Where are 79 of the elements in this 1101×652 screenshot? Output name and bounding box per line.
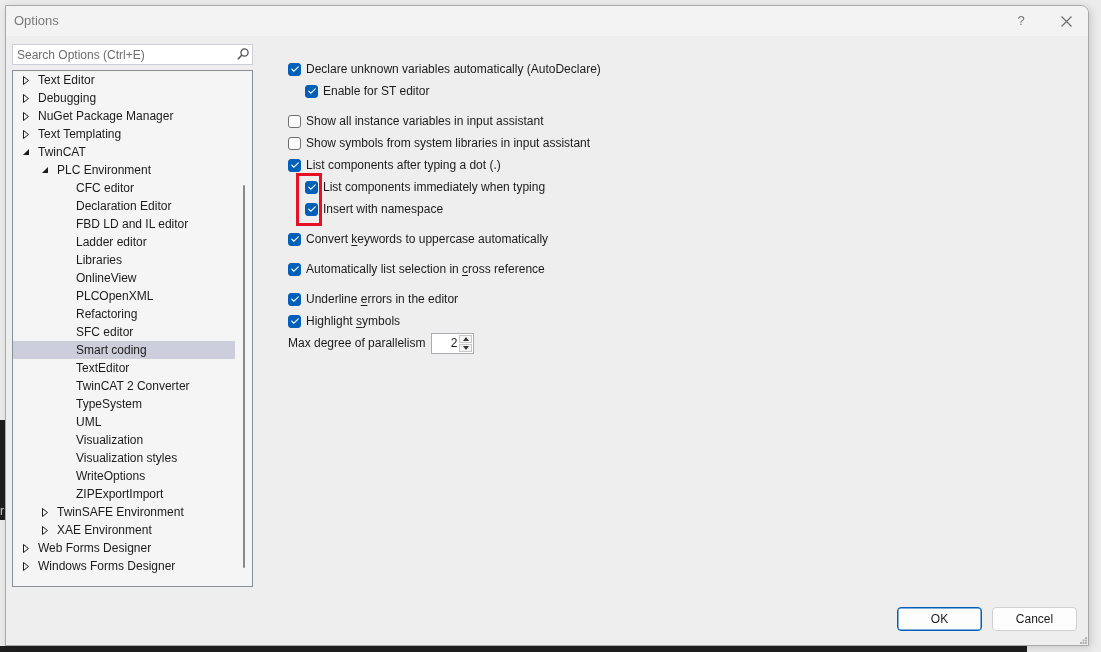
tree-item[interactable]: FBD LD and IL editor [13, 215, 235, 233]
collapsed-arrow-icon[interactable] [23, 111, 29, 121]
tree-item[interactable]: Debugging [13, 89, 235, 107]
tree-item[interactable]: SFC editor [13, 323, 235, 341]
tree-item[interactable]: ZIPExportImport [13, 485, 235, 503]
tree-item[interactable]: UML [13, 413, 235, 431]
tree-item[interactable]: WriteOptions [13, 467, 235, 485]
checkbox[interactable] [288, 292, 301, 306]
checkbox[interactable] [288, 262, 301, 276]
checkbox-label[interactable]: Enable for ST editor [323, 82, 430, 100]
checkmark-icon [307, 206, 316, 212]
checkbox[interactable] [288, 314, 301, 328]
help-button[interactable]: ? [1006, 9, 1036, 33]
tree-item[interactable]: Declaration Editor [13, 197, 235, 215]
checkbox-label[interactable]: Insert with namespace [323, 200, 444, 218]
tree-item[interactable]: Libraries [13, 251, 235, 269]
spinner-label: Max degree of parallelism [288, 335, 426, 352]
tree-item[interactable]: TwinSAFE Environment [13, 503, 235, 521]
collapsed-arrow-icon[interactable] [23, 129, 29, 139]
tree-item[interactable]: Visualization styles [13, 449, 235, 467]
checkmark-icon [307, 184, 316, 190]
cancel-button[interactable]: Cancel [992, 607, 1077, 631]
checkmark-icon [290, 236, 299, 242]
checkbox[interactable] [305, 84, 318, 98]
ok-button[interactable]: OK [897, 607, 982, 631]
tree-item[interactable]: PLCOpenXML [13, 287, 235, 305]
checkbox[interactable] [288, 232, 301, 246]
expanded-arrow-icon[interactable] [42, 167, 48, 173]
tree-item[interactable]: NuGet Package Manager [13, 107, 235, 125]
checkbox[interactable] [305, 180, 318, 194]
tree-item[interactable]: Text Editor [13, 71, 235, 89]
tree-item[interactable]: Ladder editor [13, 233, 235, 251]
scrollbar-thumb[interactable] [243, 185, 245, 568]
checkmark-icon [307, 88, 316, 94]
checkbox-label[interactable]: Show all instance variables in input assistant [306, 112, 544, 130]
tree-item[interactable]: PLC Environment [13, 161, 235, 179]
checkbox-label[interactable]: Show symbols from system libraries in input assistant [306, 134, 591, 152]
tree-item[interactable]: Windows Forms Designer [13, 557, 235, 575]
checkmark-icon [290, 162, 299, 168]
checkbox-label[interactable]: List components after typing a dot (.) [306, 156, 501, 174]
checkmark-icon [290, 318, 299, 324]
collapsed-arrow-icon[interactable] [23, 561, 29, 571]
tree-item[interactable]: Smart coding [13, 341, 235, 359]
collapsed-arrow-icon[interactable] [23, 543, 29, 553]
checkmark-icon [290, 66, 299, 72]
tree-item[interactable]: Web Forms Designer [13, 539, 235, 557]
window-title: Options [13, 12, 59, 31]
checkbox-label[interactable]: Declare unknown variables automatically (AutoDeclare) [306, 60, 601, 78]
collapsed-arrow-icon[interactable] [23, 93, 29, 103]
checkbox-label[interactable]: List components immediately when typing [323, 178, 546, 196]
checkbox[interactable] [288, 136, 301, 150]
tree-item[interactable]: XAE Environment [13, 521, 235, 539]
checkbox[interactable] [288, 62, 301, 76]
tree-item[interactable]: TextEditor [13, 359, 235, 377]
checkbox-label[interactable]: Underline errors in the editor [306, 290, 459, 308]
tree-item[interactable]: Visualization [13, 431, 235, 449]
collapsed-arrow-icon[interactable] [23, 75, 29, 85]
tree-item[interactable]: TwinCAT 2 Converter [13, 377, 235, 395]
tree-item[interactable]: TypeSystem [13, 395, 235, 413]
checkmark-icon [290, 266, 299, 272]
tree-item[interactable]: TwinCAT [13, 143, 235, 161]
checkbox-label[interactable]: Convert keywords to uppercase automatically [306, 230, 549, 248]
checkbox[interactable] [305, 202, 318, 216]
tree-item[interactable]: OnlineView [13, 269, 235, 287]
collapsed-arrow-icon[interactable] [42, 525, 48, 535]
close-icon [1060, 15, 1072, 27]
tree-item[interactable]: Refactoring [13, 305, 235, 323]
background-text: r [0, 505, 5, 517]
checkbox[interactable] [288, 158, 301, 172]
checkbox[interactable] [288, 114, 301, 128]
checkmark-icon [290, 296, 299, 302]
checkbox-label[interactable]: Automatically list selection in cross reference [306, 260, 545, 278]
search-field[interactable]: Search Options (Ctrl+E) [12, 44, 253, 65]
tree-item[interactable]: Text Templating [13, 125, 235, 143]
collapsed-arrow-icon[interactable] [42, 507, 48, 517]
search-icon [237, 48, 249, 60]
tree-item[interactable]: CFC editor [13, 179, 235, 197]
expanded-arrow-icon[interactable] [23, 149, 29, 155]
checkbox-label[interactable]: Highlight symbols [306, 312, 401, 330]
